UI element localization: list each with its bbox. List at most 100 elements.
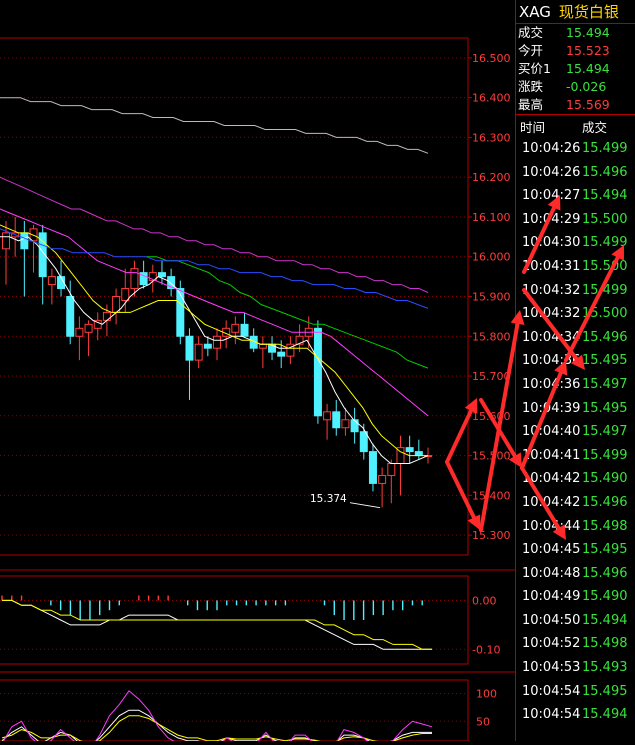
price-axis-label: 16.000 (472, 251, 511, 264)
tick-row: 10:04:39 15.495 (516, 397, 635, 421)
quote-label: 成交 (518, 25, 544, 40)
tick-time: 10:04:44 (522, 518, 581, 534)
quote-row: 最高 15.569 (516, 96, 635, 114)
macd-axis-label: 0.00 (472, 594, 497, 607)
candle-body (405, 447, 414, 453)
tick-price: 15.495 (582, 400, 628, 416)
tick-row: 10:04:52 15.498 (516, 632, 635, 656)
tick-time: 10:04:48 (522, 565, 581, 581)
tick-time: 10:04:36 (522, 353, 581, 369)
tick-price: 15.495 (582, 683, 628, 699)
kdj-d-line (1, 715, 432, 745)
price-axis-label: 15.800 (472, 330, 511, 343)
tick-price: 15.490 (582, 471, 628, 487)
tick-time: 10:04:36 (522, 376, 581, 392)
kline-chart-panel[interactable]: 16.500 16.400 16.300 16.200 16.100 16.000 15.9… (0, 0, 515, 745)
candle-body (359, 431, 368, 453)
candle-body (20, 232, 29, 250)
quote-value: 15.523 (566, 43, 610, 58)
candle-body (414, 451, 423, 457)
tick-row: 10:04:36 15.497 (516, 373, 635, 397)
candle-body (157, 272, 166, 278)
panel-frame (0, 679, 469, 742)
tick-price: 15.497 (582, 376, 628, 392)
tick-row: 10:04:27 15.494 (516, 184, 635, 208)
tick-row: 10:04:44 15.498 (516, 515, 635, 539)
tick-price: 15.500 (582, 306, 628, 322)
candle-body (313, 327, 322, 417)
tick-price: 15.499 (582, 282, 628, 298)
tick-row: 10:04:54 15.495 (516, 680, 635, 704)
candle-body (2, 232, 10, 250)
tick-row: 10:04:40 15.497 (516, 420, 635, 444)
quote-header: XAG 现货白银 (516, 0, 635, 24)
tick-row: 10:04:42 15.490 (516, 467, 635, 491)
quote-row: 成交 15.494 (516, 24, 635, 42)
quote-label: 今开 (518, 43, 544, 58)
candle-body (231, 323, 240, 333)
candle-body (84, 323, 93, 333)
candle-body (185, 335, 194, 361)
tick-time: 10:04:50 (522, 612, 581, 628)
tick-price: 15.500 (582, 258, 628, 274)
price-axis-label: 16.100 (472, 211, 511, 224)
candle-body (176, 288, 185, 337)
tick-price: 15.496 (582, 329, 628, 345)
candle-body (258, 343, 267, 349)
tick-price: 15.500 (582, 211, 628, 227)
tick-price: 15.496 (582, 164, 628, 180)
kline-chart[interactable]: 16.500 16.400 16.300 16.200 16.100 16.000 15.9… (0, 0, 515, 745)
tick-price: 15.499 (582, 235, 628, 251)
tick-time: 10:04:45 (522, 542, 581, 558)
quote-panel: XAG 现货白银 成交 15.494 今开 15.523 买价1 15.494 涨跌 -0.02… (515, 0, 635, 741)
moving-average-line (0, 236, 429, 464)
tick-time: 10:04:29 (522, 211, 581, 227)
tick-time: 10:04:40 (522, 424, 581, 440)
price-axis-label: 15.700 (472, 370, 511, 383)
tick-time: 10:04:30 (522, 235, 581, 251)
candle-body (47, 276, 56, 286)
price-axis-label: 16.400 (472, 92, 511, 105)
tick-time: 10:04:31 (522, 258, 581, 274)
tick-price: 15.497 (582, 424, 628, 440)
tick-row: 10:04:45 15.495 (516, 538, 635, 562)
tick-price: 15.494 (582, 188, 628, 204)
candle-body (341, 419, 350, 429)
candle-body (323, 411, 332, 421)
tick-time: 10:04:27 (522, 188, 581, 204)
kdj-j-line (1, 690, 433, 745)
quote-value: 15.494 (566, 61, 610, 76)
quote-value: 15.569 (566, 97, 610, 112)
quote-label: 最高 (518, 97, 544, 112)
tick-price: 15.494 (582, 707, 628, 723)
tick-row: 10:04:50 15.494 (516, 609, 635, 633)
candle-body (203, 343, 212, 349)
price-axis-label: 15.500 (472, 450, 511, 463)
tick-price: 15.490 (582, 589, 628, 605)
low-annotation-label: 15.374 (310, 493, 347, 505)
tick-time: 10:04:49 (522, 589, 581, 605)
tick-price: 15.496 (582, 565, 628, 581)
price-axis-label: 16.300 (472, 131, 511, 144)
symbol-code: XAG (519, 3, 551, 21)
tick-time: 10:04:54 (522, 707, 581, 723)
quote-row: 买价1 15.494 (516, 60, 635, 78)
candle-body (130, 268, 139, 290)
kdj-k-line (1, 709, 432, 745)
ticks-list[interactable]: 10:04:26 15.499 10:04:26 15.496 10:04:27 15.4… (516, 137, 635, 727)
candle-body (387, 463, 396, 476)
price-axis-label: 15.300 (472, 529, 511, 542)
tick-price: 15.499 (582, 447, 628, 463)
quote-label: 买价1 (518, 61, 551, 76)
tick-time: 10:04:34 (522, 329, 581, 345)
tick-price: 15.494 (582, 612, 628, 628)
tick-price: 15.495 (582, 542, 628, 558)
tick-price: 15.493 (582, 660, 628, 676)
candle-body (213, 335, 221, 349)
quote-summary: 成交 15.494 今开 15.523 买价1 15.494 涨跌 -0.026 最高 15.56… (516, 24, 635, 114)
kdj-axis-label: 100 (476, 688, 497, 701)
moving-average-line (0, 208, 429, 417)
candle-body (240, 323, 249, 337)
tick-row: 10:04:49 15.490 (516, 585, 635, 609)
tick-time: 10:04:32 (522, 306, 581, 322)
